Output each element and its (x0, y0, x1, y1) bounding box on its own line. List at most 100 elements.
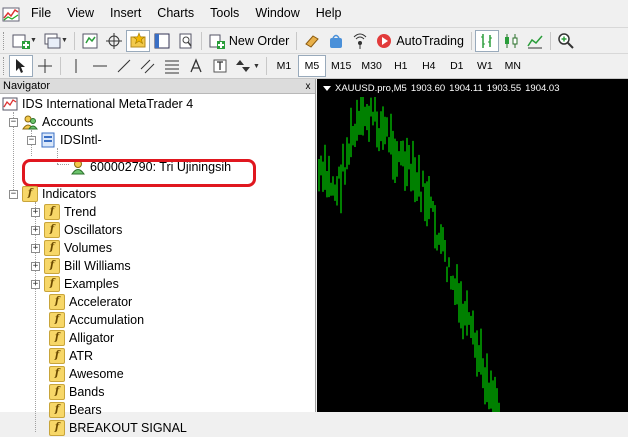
expand-icon[interactable]: + (31, 225, 40, 235)
indicator-label: Bands (69, 385, 105, 399)
indicator-f-icon: f (44, 240, 60, 256)
timeframe-m15[interactable]: M15 (326, 55, 356, 77)
menu-tools[interactable]: Tools (202, 0, 247, 27)
menu-window[interactable]: Window (247, 0, 307, 27)
indicator-f-icon: f (49, 294, 65, 310)
timeframe-m5[interactable]: M5 (297, 55, 326, 77)
tree-indicator-item[interactable]: f Accumulation (49, 311, 144, 329)
crosshair-button[interactable] (33, 55, 57, 77)
toolbar-grip[interactable] (3, 31, 6, 50)
tree-indicator-item[interactable]: f ATR (49, 347, 93, 365)
tree-indicator-item[interactable]: f Bands (49, 383, 104, 401)
terminal-icon (154, 33, 170, 48)
timeframe-mn[interactable]: MN (499, 55, 527, 77)
trendline-button[interactable] (112, 55, 136, 77)
timeframe-m30[interactable]: M30 (356, 55, 386, 77)
indicator-f-icon: f (49, 420, 65, 436)
data-window-button[interactable] (102, 30, 126, 52)
crosshair-target-icon (105, 32, 122, 49)
bag-icon (330, 34, 343, 48)
market-button[interactable] (324, 30, 348, 52)
navigator-titlebar[interactable]: Navigator x (0, 79, 315, 94)
book-icon (305, 34, 320, 48)
vertical-line-icon (75, 59, 77, 73)
candlestick-icon (504, 33, 518, 48)
tree-indicator-item[interactable]: f Bears (49, 401, 102, 419)
indicator-label: Accumulation (69, 313, 145, 327)
tree-server[interactable]: − IDSIntl- (27, 131, 102, 149)
profiles-button[interactable] (40, 30, 64, 52)
tree-indicator-item[interactable]: f BREAKOUT SIGNAL (49, 419, 187, 437)
horizontal-line-button[interactable] (88, 55, 112, 77)
tree-indicator-item[interactable]: f Awesome (49, 365, 124, 383)
app-icon[interactable] (2, 5, 20, 23)
indicator-f-icon: f (49, 330, 65, 346)
tree-indicators[interactable]: − f Indicators (9, 185, 96, 203)
autotrading-button[interactable]: AutoTrading (372, 30, 468, 52)
collapse-icon[interactable]: − (27, 135, 36, 145)
arrows-button[interactable] (232, 55, 256, 77)
candlestick-button[interactable] (499, 30, 523, 52)
expand-icon[interactable]: + (31, 261, 40, 271)
indicator-label: Bears (69, 403, 102, 417)
indicator-f-icon: f (49, 366, 65, 382)
menu-help[interactable]: Help (308, 0, 350, 27)
expand-icon[interactable]: + (31, 243, 40, 253)
terminal-button[interactable] (150, 30, 174, 52)
menu-charts[interactable]: Charts (149, 0, 202, 27)
tree-folder-oscillators[interactable]: + f Oscillators (31, 221, 122, 239)
indicator-label: Awesome (69, 367, 124, 381)
folder-label: Bill Williams (64, 259, 131, 273)
timeframe-w1[interactable]: W1 (471, 55, 499, 77)
bar-chart-button[interactable] (474, 29, 499, 52)
tree-indicator-item[interactable]: f Accelerator (49, 293, 132, 311)
toolbar-grip[interactable] (3, 57, 6, 75)
timeframe-m1[interactable]: M1 (270, 55, 298, 77)
tree-accounts[interactable]: − Accounts (9, 113, 93, 131)
cursor-button[interactable] (9, 55, 33, 77)
line-studies-toolbar: ▼ M1 M5 M15 M30 H1 H4 D1 W1 MN (0, 53, 628, 79)
menu-file[interactable]: File (23, 0, 59, 27)
zoom-in-button[interactable] (554, 30, 578, 52)
vertical-line-button[interactable] (64, 55, 88, 77)
navigator-button[interactable] (125, 29, 150, 52)
timeframe-d1[interactable]: D1 (443, 55, 471, 77)
price-chart[interactable]: XAUUSD.pro,M5 1903.60 1904.11 1903.55 19… (317, 79, 628, 412)
tree-folder-bill-williams[interactable]: + f Bill Williams (31, 257, 131, 275)
text-label-button[interactable] (208, 55, 232, 77)
indicator-label: Alligator (69, 331, 115, 345)
fibonacci-button[interactable] (160, 55, 184, 77)
channel-icon (140, 59, 155, 74)
new-chart-button[interactable] (9, 30, 33, 52)
antenna-icon (353, 33, 367, 49)
collapse-icon[interactable]: − (9, 117, 18, 127)
standard-toolbar: ▼ ▼ New Order AutoTrading (0, 27, 628, 53)
new-order-button[interactable]: New Order (205, 30, 293, 52)
new-order-label: New Order (228, 33, 290, 48)
text-button[interactable] (184, 55, 208, 77)
collapse-icon[interactable]: − (9, 189, 18, 199)
menu-view[interactable]: View (59, 0, 102, 27)
expand-icon[interactable]: + (31, 279, 40, 289)
tree-indicator-item[interactable]: f Alligator (49, 329, 114, 347)
text-label-icon (213, 59, 227, 73)
tree-folder-trend[interactable]: + f Trend (31, 203, 96, 221)
close-icon[interactable]: x (301, 79, 315, 93)
market-watch-button[interactable] (78, 30, 102, 52)
tree-folder-examples[interactable]: + f Examples (31, 275, 119, 293)
expand-icon[interactable]: + (31, 207, 40, 217)
timeframe-h1[interactable]: H1 (387, 55, 415, 77)
signals-button[interactable] (348, 30, 372, 52)
equidistant-channel-button[interactable] (136, 55, 160, 77)
profiles-icon (44, 33, 61, 48)
tree-folder-volumes[interactable]: + f Volumes (31, 239, 112, 257)
folder-label: Trend (64, 205, 97, 219)
indicator-f-icon: f (44, 258, 60, 274)
strategy-tester-button[interactable] (174, 30, 198, 52)
metaeditor-button[interactable] (300, 30, 324, 52)
tree-root[interactable]: IDS International MetaTrader 4 (2, 95, 193, 113)
text-a-icon (190, 58, 202, 73)
line-chart-button[interactable] (523, 30, 547, 52)
timeframe-h4[interactable]: H4 (415, 55, 443, 77)
menu-insert[interactable]: Insert (102, 0, 149, 27)
